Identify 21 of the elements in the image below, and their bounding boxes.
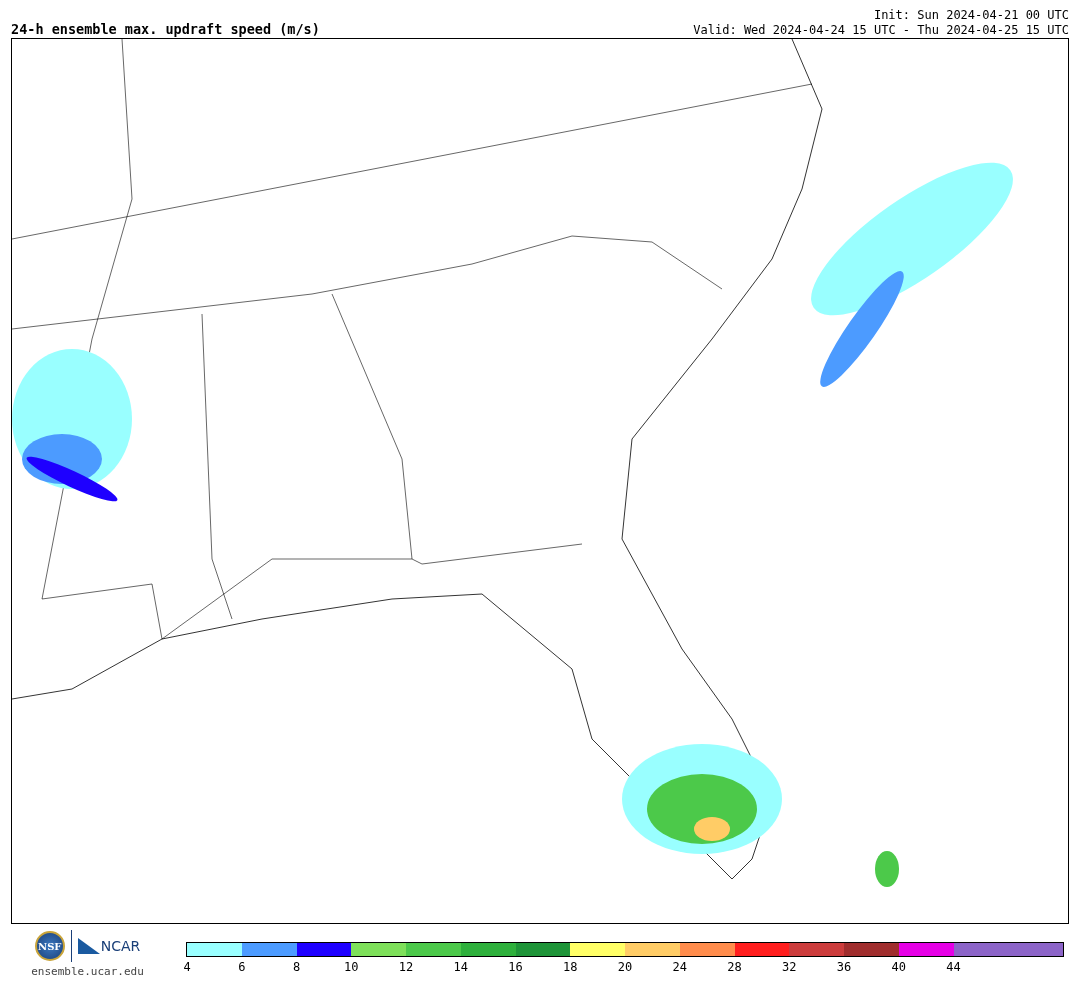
website-url: ensemble.ucar.edu <box>31 965 144 978</box>
scale-label: 24 <box>672 960 687 974</box>
scale-label: 40 <box>891 960 906 974</box>
scale-label: 18 <box>563 960 578 974</box>
scale-label: 32 <box>782 960 797 974</box>
scale-label: 28 <box>727 960 742 974</box>
scale-label: 12 <box>398 960 414 974</box>
chart-title: 24-h ensemble max. updraft speed (m/s) <box>11 20 320 38</box>
scale-label: 10 <box>344 960 359 974</box>
scale-label: 4 <box>183 960 191 974</box>
scale-label: 14 <box>453 960 468 974</box>
nsf-logo: NSF <box>34 931 65 961</box>
scale-label: 36 <box>836 960 852 974</box>
scale-label: 6 <box>238 960 246 974</box>
ncar-logo: NCAR <box>77 938 141 954</box>
scale-label: 44 <box>946 960 961 974</box>
scale-label: 20 <box>617 960 633 974</box>
init-time: Init: Sun 2024-04-21 00 UTC <box>873 8 1069 23</box>
scale-label: 8 <box>292 960 301 974</box>
scale-label: 16 <box>508 960 523 974</box>
valid-period: Valid: Wed 2024-04-24 15 UTC - Thu 2024-04-25 15 UTC <box>693 23 1069 38</box>
